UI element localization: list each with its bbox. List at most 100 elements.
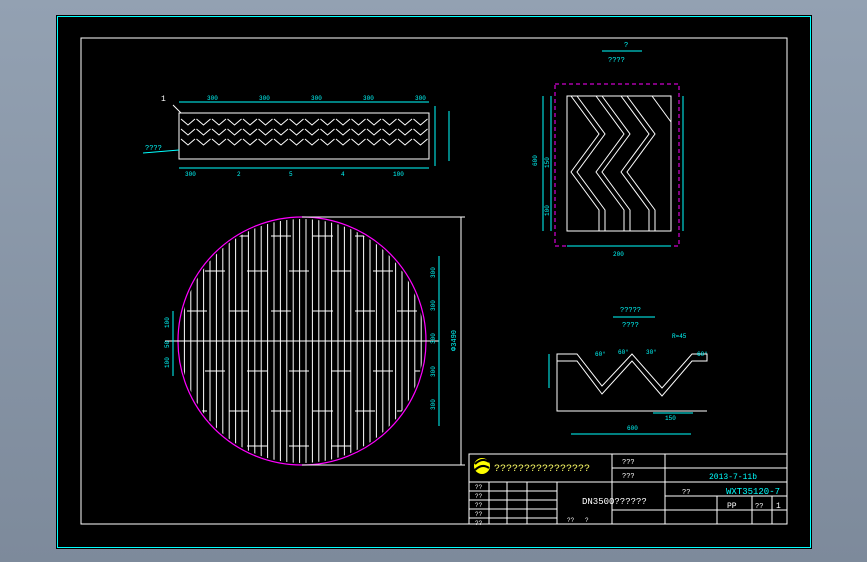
bottom-dims: 300 2 5 4 100 bbox=[185, 171, 404, 178]
botDims-label: 4 bbox=[341, 171, 345, 178]
chevron-mark bbox=[242, 118, 258, 126]
strip-chevrons bbox=[180, 118, 428, 146]
detail-title: ? bbox=[624, 42, 628, 50]
callout-1: 1 bbox=[161, 95, 166, 104]
scale-label: ?? bbox=[755, 503, 763, 511]
detail-left-value-2: 100 bbox=[544, 205, 551, 216]
diameter-label: Φ3490 bbox=[451, 330, 459, 351]
profile-angle-3: 60° bbox=[697, 351, 708, 358]
botDims-label: 100 bbox=[393, 171, 404, 178]
detail-left-value-0: 600 bbox=[532, 155, 539, 166]
part-name: DN3500?????? bbox=[582, 497, 647, 507]
profile-angle-0: 60° bbox=[595, 351, 606, 358]
label-mid: ??? bbox=[622, 473, 635, 481]
right-dim-label: 300 bbox=[430, 333, 437, 344]
chevron-mark bbox=[382, 128, 397, 136]
left-dim-label: 100 bbox=[164, 317, 171, 328]
chevron-mark bbox=[366, 118, 382, 126]
detail-subtitle: ???? bbox=[608, 57, 625, 65]
chevron-mark bbox=[196, 138, 211, 146]
chevron-mark bbox=[382, 118, 397, 126]
title-left-row: ?? bbox=[475, 484, 483, 491]
profile-title: ????? bbox=[620, 307, 641, 315]
right-dim-label: 300 bbox=[430, 300, 437, 311]
scale-value: 1 bbox=[776, 502, 781, 511]
chevron-mark bbox=[180, 128, 196, 136]
chevron-mark bbox=[211, 118, 227, 126]
profile-shape bbox=[556, 353, 708, 397]
chevron-mark bbox=[366, 138, 382, 146]
detail-left-value-1: 150 bbox=[544, 157, 551, 168]
botDims-label: 5 bbox=[289, 171, 293, 178]
drawing-sheet: 1 ???? 300 300 300 300 300 300 2 5 4 100 ? ???? … bbox=[56, 15, 812, 549]
topDims-label: 300 bbox=[207, 95, 218, 102]
drawing-number: WXT35120-7 bbox=[726, 487, 780, 497]
material: PP bbox=[727, 502, 737, 511]
chevron-mark bbox=[382, 138, 397, 146]
label-bot: ?? bbox=[682, 489, 690, 497]
company-name: ???????????????? bbox=[494, 464, 590, 475]
right-dim-label: 300 bbox=[430, 267, 437, 278]
chevron-mark bbox=[273, 118, 289, 126]
chevron-mark bbox=[351, 138, 366, 146]
chevron-mark bbox=[227, 118, 242, 126]
detail-bottom-value: 200 bbox=[613, 251, 624, 258]
title-left-row: ?? bbox=[475, 511, 483, 518]
profile-bottom-value-1: 150 bbox=[665, 415, 676, 422]
topDims-label: 300 bbox=[311, 95, 322, 102]
bottom-cell-0: ?? bbox=[567, 517, 575, 524]
title-left-rows: ?????????? bbox=[475, 484, 483, 527]
left-dim-label: 50 bbox=[164, 340, 171, 348]
plan-left-dims: 100 50 100 bbox=[164, 317, 171, 368]
strip-outline bbox=[178, 112, 430, 160]
chevron-mark bbox=[413, 138, 428, 146]
chevron-mark bbox=[289, 118, 304, 126]
chevron-mark bbox=[242, 138, 258, 146]
chevron-mark bbox=[335, 138, 351, 146]
chevron-mark bbox=[304, 138, 320, 146]
chevron-mark bbox=[320, 128, 335, 136]
plan-view: Φ3490 300 300 300 300 300 100 50 100 bbox=[164, 216, 465, 466]
profile-bottom-value-0: 600 bbox=[627, 425, 638, 432]
chevron-mark bbox=[320, 138, 335, 146]
chevron-mark bbox=[366, 128, 382, 136]
chevron-mark bbox=[304, 128, 320, 136]
chevron-mark bbox=[351, 128, 366, 136]
profile-radius: R=45 bbox=[672, 333, 687, 340]
chevron-mark bbox=[258, 118, 273, 126]
plan-right-dims: 300 300 300 300 300 bbox=[430, 267, 437, 410]
right-dim-label: 300 bbox=[430, 399, 437, 410]
company-logo bbox=[474, 458, 490, 474]
title-left-row: ?? bbox=[475, 493, 483, 500]
title-block: ???????????????? ??? ??? 2013-7-11b DN35… bbox=[468, 453, 788, 527]
detail-zigzags bbox=[570, 95, 672, 231]
cad-drawing: 1 ???? 300 300 300 300 300 300 2 5 4 100 ? ???? … bbox=[57, 16, 811, 548]
chevron-mark bbox=[196, 128, 211, 136]
topDims-label: 300 bbox=[259, 95, 270, 102]
chevron-mark bbox=[397, 128, 413, 136]
topDims-label: 300 bbox=[415, 95, 426, 102]
botDims-label: 300 bbox=[185, 171, 196, 178]
topDims-label: 300 bbox=[363, 95, 374, 102]
chevron-mark bbox=[335, 128, 351, 136]
chevron-mark bbox=[413, 118, 428, 126]
title-left-row: ?? bbox=[475, 520, 483, 527]
chevron-mark bbox=[335, 118, 351, 126]
chevron-mark bbox=[211, 138, 227, 146]
chevron-mark bbox=[397, 118, 413, 126]
label-top: ??? bbox=[622, 459, 635, 467]
chevron-mark bbox=[351, 118, 366, 126]
chevron-mark bbox=[304, 118, 320, 126]
profile-angle-1: 60° bbox=[618, 349, 629, 356]
chevron-mark bbox=[273, 138, 289, 146]
chevron-mark bbox=[289, 128, 304, 136]
chevron-mark bbox=[242, 128, 258, 136]
chevron-mark bbox=[180, 118, 196, 126]
strip-view: 1 ???? 300 300 300 300 300 300 2 5 4 100 bbox=[142, 95, 450, 178]
bottom-cell-1: ? bbox=[585, 517, 589, 524]
chevron-mark bbox=[397, 138, 413, 146]
detail-view: ? ???? 200 600 150 100 bbox=[532, 42, 684, 258]
chevron-mark bbox=[227, 128, 242, 136]
title-left-row: ?? bbox=[475, 502, 483, 509]
chevron-mark bbox=[273, 128, 289, 136]
